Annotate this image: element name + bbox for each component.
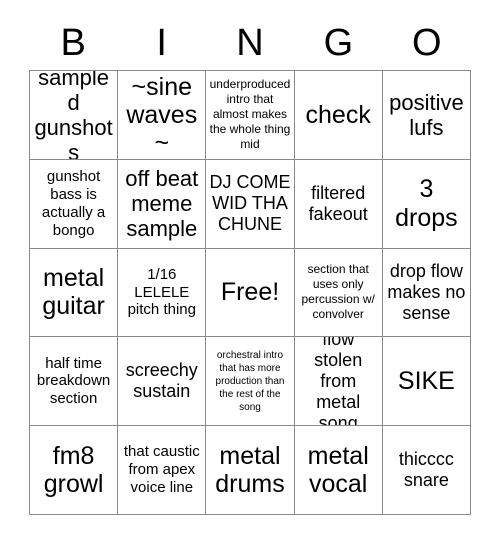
bingo-cell-r1c3[interactable]: underproduced intro that almost makes th… bbox=[206, 71, 295, 160]
bingo-cell-r2c4[interactable]: filtered fakeout bbox=[294, 159, 383, 249]
bingo-cell-label: positive lufs bbox=[389, 89, 464, 140]
bingo-cell-label: orchestral intro that has more productio… bbox=[215, 349, 285, 413]
bingo-cell-label: check bbox=[305, 100, 371, 129]
bingo-cell-r2c1[interactable]: gunshot bass is actually a bongo bbox=[30, 159, 119, 249]
bingo-card: B I N G O sampled gunshots ~sine waves~ underp… bbox=[0, 0, 500, 544]
bingo-header: BINGO bbox=[29, 18, 471, 68]
bingo-cell-r4c5[interactable]: SIKE bbox=[382, 337, 471, 427]
bingo-cell-r3c5[interactable]: drop flow makes no sense bbox=[382, 248, 471, 338]
bingo-cell-r1c2[interactable]: ~sine waves~ bbox=[118, 71, 207, 160]
bingo-cell-label: ~sine waves~ bbox=[126, 72, 198, 158]
bingo-cell-r5c3[interactable]: metal drums bbox=[206, 426, 295, 515]
bingo-grid: sampled gunshots ~sine waves~ underproduce… bbox=[29, 70, 471, 515]
bingo-cell-r2c5[interactable]: 3 drops bbox=[382, 159, 471, 249]
bingo-cell-r4c2[interactable]: screechy sustain bbox=[118, 337, 207, 427]
bingo-cell-r5c5[interactable]: thicccc snare bbox=[382, 426, 471, 515]
bingo-cell-r4c3[interactable]: orchestral intro that has more productio… bbox=[206, 337, 295, 427]
bingo-cell-label: flow stolen from metal song bbox=[314, 337, 363, 427]
bingo-cell-r3c1[interactable]: metal guitar bbox=[30, 248, 119, 338]
bingo-cell-r5c1[interactable]: fm8 growl bbox=[30, 426, 119, 515]
bingo-free-space[interactable]: Free! bbox=[206, 248, 295, 338]
bingo-cell-label: fm8 growl bbox=[43, 441, 104, 499]
bingo-cell-label: thicccc snare bbox=[398, 449, 454, 491]
bingo-header-letter-3: N bbox=[236, 22, 264, 64]
bingo-cell-label: metal drums bbox=[215, 441, 285, 499]
bingo-cell-r4c1[interactable]: half time breakdown section bbox=[30, 337, 119, 427]
bingo-cell-label: metal guitar bbox=[42, 264, 105, 321]
bingo-header-letter-1: B bbox=[60, 22, 86, 64]
bingo-cell-label: SIKE bbox=[397, 367, 455, 396]
bingo-cell-label: 3 drops bbox=[395, 175, 458, 232]
bingo-cell-r5c4[interactable]: metal vocal bbox=[294, 426, 383, 515]
bingo-cell-label: section that uses only percussion w/ con… bbox=[301, 262, 375, 322]
bingo-cell-label: sampled gunshots bbox=[34, 71, 113, 160]
bingo-cell-r5c2[interactable]: that caustic from apex voice line bbox=[118, 426, 207, 515]
bingo-header-letter-2: I bbox=[156, 22, 167, 64]
bingo-cell-r1c5[interactable]: positive lufs bbox=[382, 71, 471, 160]
bingo-cell-r2c3[interactable]: DJ COME WID THA CHUNE bbox=[206, 159, 295, 249]
bingo-cell-label: screechy sustain bbox=[125, 360, 198, 402]
bingo-cell-label: underproduced intro that almost makes th… bbox=[209, 77, 291, 152]
bingo-cell-r3c4[interactable]: section that uses only percussion w/ con… bbox=[294, 248, 383, 338]
bingo-cell-label: off beat meme sample bbox=[125, 166, 199, 242]
bingo-cell-r1c1[interactable]: sampled gunshots bbox=[30, 71, 119, 160]
bingo-free-space-label: Free! bbox=[220, 278, 280, 307]
bingo-cell-label: metal vocal bbox=[307, 441, 369, 499]
bingo-header-letter-5: O bbox=[412, 22, 442, 64]
bingo-cell-label: filtered fakeout bbox=[308, 182, 368, 224]
bingo-cell-label: that caustic from apex voice line bbox=[123, 443, 200, 497]
bingo-cell-r2c2[interactable]: off beat meme sample bbox=[118, 159, 207, 249]
bingo-cell-label: half time breakdown section bbox=[36, 354, 111, 408]
bingo-cell-label: drop flow makes no sense bbox=[387, 261, 466, 323]
bingo-cell-label: gunshot bass is actually a bongo bbox=[41, 168, 106, 239]
bingo-cell-r1c4[interactable]: check bbox=[294, 71, 383, 160]
bingo-cell-label: 1/16 LELELE pitch thing bbox=[127, 265, 196, 319]
bingo-cell-label: DJ COME WID THA CHUNE bbox=[209, 172, 291, 235]
bingo-header-letter-4: G bbox=[323, 22, 354, 64]
bingo-cell-r3c2[interactable]: 1/16 LELELE pitch thing bbox=[118, 248, 207, 338]
bingo-cell-r4c4[interactable]: flow stolen from metal song bbox=[294, 337, 383, 427]
